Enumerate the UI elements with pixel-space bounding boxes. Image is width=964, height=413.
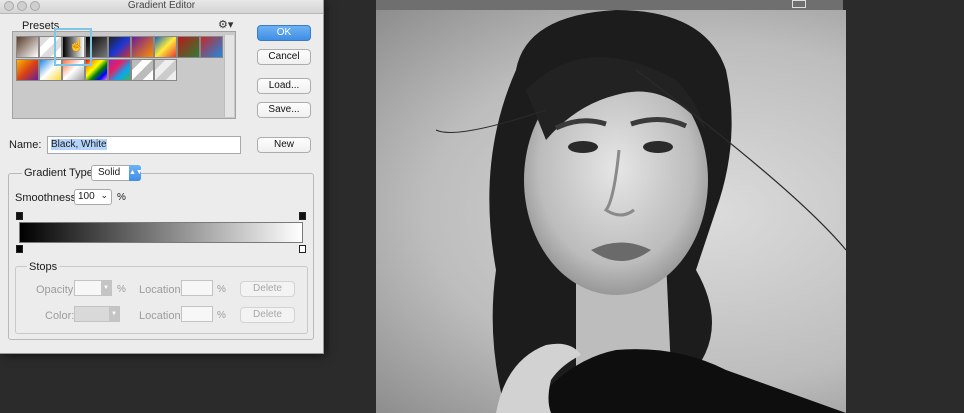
portrait-image	[435, 10, 846, 413]
opacity-location-label: Location:	[139, 284, 184, 296]
save-button[interactable]: Save...	[257, 102, 311, 118]
opacity-stop-left[interactable]	[16, 212, 23, 220]
preset-swatch[interactable]	[131, 36, 154, 58]
preset-swatch[interactable]	[200, 36, 223, 58]
opacity-location-field[interactable]	[181, 280, 213, 296]
preset-swatch[interactable]	[16, 59, 39, 81]
preset-swatch[interactable]	[131, 59, 154, 81]
gradient-type-value: Solid	[98, 167, 121, 178]
color-stop-right[interactable]	[299, 245, 306, 253]
document-tab-bar	[376, 0, 843, 10]
gear-icon[interactable]: ⚙▾	[218, 18, 233, 31]
name-label: Name:	[9, 139, 42, 151]
new-button[interactable]: New	[257, 137, 311, 153]
cancel-button[interactable]: Cancel	[257, 49, 311, 65]
presets-list[interactable]	[12, 31, 236, 119]
square-icon	[792, 0, 806, 8]
color-location-label: Location:	[139, 310, 184, 322]
selected-preset-highlight: ☝	[54, 28, 92, 66]
smoothness-value: 100	[78, 191, 95, 202]
title-bar[interactable]: Gradient Editor	[0, 0, 323, 14]
smoothness-percent: %	[117, 192, 126, 203]
ok-button[interactable]: OK	[257, 25, 311, 41]
color-location-field[interactable]	[181, 306, 213, 322]
preset-swatch[interactable]	[16, 36, 39, 58]
load-button[interactable]: Load...	[257, 78, 311, 94]
stops-label: Stops	[27, 261, 60, 273]
portrait-photo[interactable]	[376, 10, 846, 413]
name-value: Black, White	[51, 139, 107, 150]
color-label: Color:	[45, 310, 75, 322]
gradient-type-label: Gradient Type:	[22, 167, 98, 179]
gradient-editor-dialog: Gradient Editor Presets ⚙▾ ☝ OK Cancel L…	[0, 0, 324, 354]
name-field[interactable]: Black, White	[47, 136, 241, 154]
preset-swatch[interactable]	[177, 36, 200, 58]
preset-swatch[interactable]	[154, 59, 177, 81]
hand-cursor-icon: ☝	[69, 38, 84, 52]
preset-swatch[interactable]	[154, 36, 177, 58]
gradient-type-select[interactable]: Solid ▲▼	[91, 165, 143, 181]
delete-color-stop-button[interactable]: Delete	[240, 307, 295, 323]
stops-group	[15, 266, 308, 334]
opacity-percent: %	[117, 284, 126, 295]
opacity-field[interactable]: ▼	[74, 280, 112, 296]
color-stop-left[interactable]	[16, 245, 23, 253]
color-location-percent: %	[217, 310, 226, 321]
opacity-label: Opacity:	[36, 284, 77, 296]
smoothness-input[interactable]: 100 ⌄	[74, 189, 112, 205]
preset-swatch[interactable]	[108, 59, 131, 81]
delete-opacity-stop-button[interactable]: Delete	[240, 281, 295, 297]
smoothness-label: Smoothness:	[15, 192, 80, 204]
chevron-down-icon: ▼	[101, 281, 111, 295]
gradient-preview-bar[interactable]	[19, 222, 303, 243]
preset-swatch[interactable]	[108, 36, 131, 58]
color-field[interactable]: ▼	[74, 306, 120, 322]
chevron-updown-icon: ▲▼	[129, 165, 143, 181]
presets-scrollbar[interactable]	[224, 35, 234, 117]
window-title: Gradient Editor	[127, 0, 196, 11]
opacity-stop-right[interactable]	[299, 212, 306, 220]
chevron-down-icon: ▼	[109, 307, 119, 321]
chevron-down-icon: ⌄	[100, 190, 108, 200]
opacity-location-percent: %	[217, 284, 226, 295]
